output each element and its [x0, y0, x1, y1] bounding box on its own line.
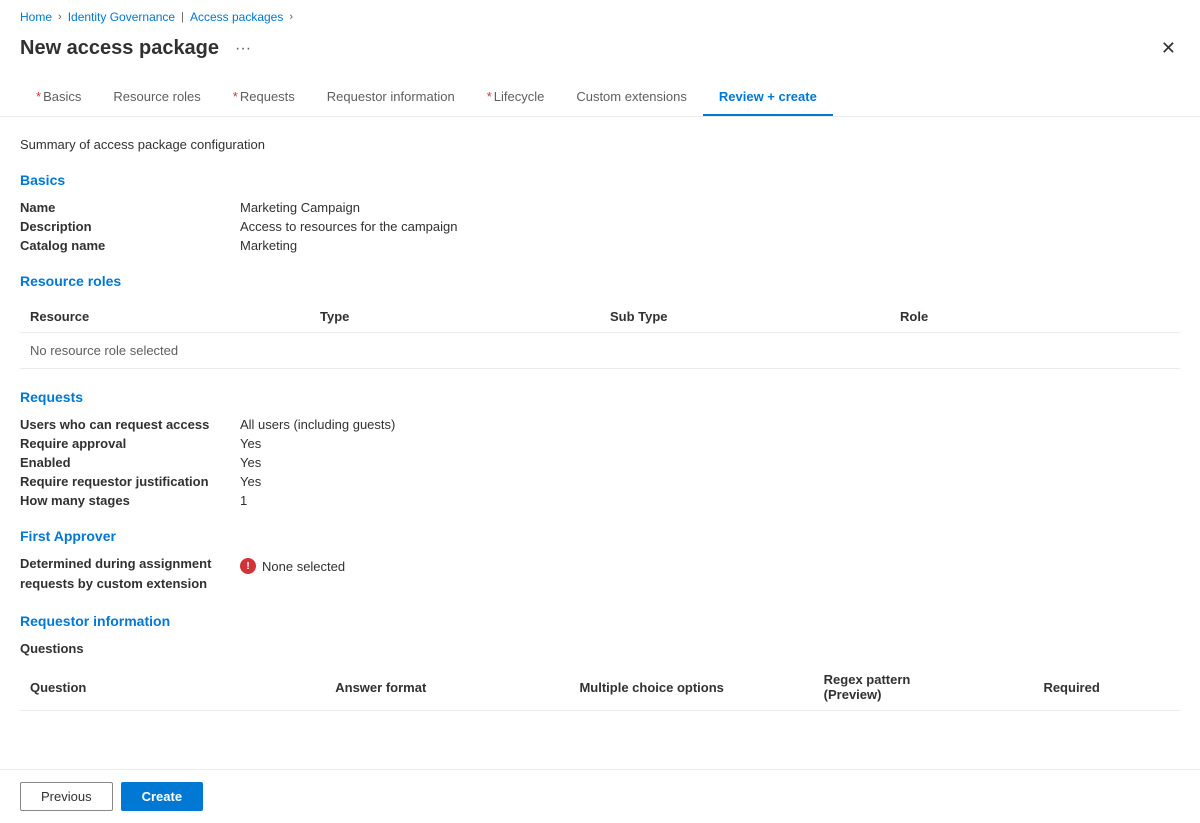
questions-table: Question Answer format Multiple choice o… [20, 664, 1180, 711]
col-question-header: Question [20, 664, 325, 711]
require-justification-row: Require requestor justification Yes [20, 474, 1180, 489]
lifecycle-asterisk: * [487, 89, 492, 104]
custom-extension-label: Determined during assignmentrequests by … [20, 554, 240, 593]
name-value: Marketing Campaign [240, 200, 360, 215]
resource-roles-header-row: Resource Type Sub Type Role [20, 301, 1180, 333]
requestor-information-title: Requestor information [20, 613, 1180, 629]
col-answer-header: Answer format [325, 664, 569, 711]
require-approval-value: Yes [240, 436, 261, 451]
enabled-value: Yes [240, 455, 261, 470]
resource-roles-section-title: Resource roles [20, 273, 1180, 289]
basics-section: Basics Name Marketing Campaign Descripti… [20, 172, 1180, 253]
breadcrumb-home[interactable]: Home [20, 10, 52, 24]
first-approver-title: First Approver [20, 528, 1180, 544]
no-resource-role-row: No resource role selected [20, 333, 1180, 369]
enabled-row: Enabled Yes [20, 455, 1180, 470]
basics-section-title: Basics [20, 172, 1180, 188]
first-approver-section: First Approver Determined during assignm… [20, 528, 1180, 593]
tab-custom-extensions[interactable]: Custom extensions [560, 79, 703, 116]
create-button[interactable]: Create [121, 782, 203, 811]
users-can-request-label: Users who can request access [20, 417, 240, 432]
breadcrumb: Home › Identity Governance | Access pack… [0, 0, 1200, 30]
close-button[interactable]: ✕ [1157, 34, 1180, 63]
how-many-stages-value: 1 [240, 493, 247, 508]
how-many-stages-row: How many stages 1 [20, 493, 1180, 508]
content-area: Summary of access package configuration … [0, 117, 1200, 810]
tab-review-create[interactable]: Review + create [703, 79, 833, 116]
catalog-name-field-row: Catalog name Marketing [20, 238, 1180, 253]
ellipsis-button[interactable]: ··· [229, 38, 257, 60]
col-header-role: Role [890, 301, 1180, 333]
tabs-bar: *Basics Resource roles *Requests Request… [0, 79, 1200, 117]
breadcrumb-sep-2: | [181, 11, 184, 23]
custom-extension-row: Determined during assignmentrequests by … [20, 554, 1180, 593]
users-can-request-row: Users who can request access All users (… [20, 417, 1180, 432]
catalog-name-label: Catalog name [20, 238, 240, 253]
page-title-row: New access package ··· [20, 37, 257, 60]
description-value: Access to resources for the campaign [240, 219, 458, 234]
col-regex-header: Regex pattern (Preview) [814, 664, 1034, 711]
tab-requestor-information[interactable]: Requestor information [311, 79, 471, 116]
requestor-information-section: Requestor information Questions Question… [20, 613, 1180, 711]
none-selected-container: ! None selected [240, 554, 345, 578]
col-header-resource: Resource [20, 301, 310, 333]
require-justification-label: Require requestor justification [20, 474, 240, 489]
basics-asterisk: * [36, 89, 41, 104]
description-label: Description [20, 219, 240, 234]
users-can-request-value: All users (including guests) [240, 417, 395, 432]
none-selected-value: None selected [262, 559, 345, 574]
require-approval-label: Require approval [20, 436, 240, 451]
tab-resource-roles[interactable]: Resource roles [97, 79, 216, 116]
col-header-subtype: Sub Type [600, 301, 890, 333]
questions-header-row: Question Answer format Multiple choice o… [20, 664, 1180, 711]
require-approval-row: Require approval Yes [20, 436, 1180, 451]
previous-button[interactable]: Previous [20, 782, 113, 811]
requests-asterisk: * [233, 89, 238, 104]
name-label: Name [20, 200, 240, 215]
breadcrumb-access-packages[interactable]: Access packages [190, 10, 283, 24]
tab-lifecycle[interactable]: *Lifecycle [471, 79, 561, 116]
summary-text: Summary of access package configuration [20, 137, 1180, 152]
footer-bar: Previous Create [0, 769, 1200, 823]
require-justification-value: Yes [240, 474, 261, 489]
breadcrumb-identity-governance[interactable]: Identity Governance [68, 10, 175, 24]
page-title: New access package [20, 37, 219, 60]
tab-requests[interactable]: *Requests [217, 79, 311, 116]
no-resource-role-message: No resource role selected [20, 333, 1180, 369]
col-multiple-header: Multiple choice options [569, 664, 813, 711]
questions-label: Questions [20, 641, 1180, 656]
col-required-header: Required [1033, 664, 1180, 711]
requests-section-title: Requests [20, 389, 1180, 405]
name-field-row: Name Marketing Campaign [20, 200, 1180, 215]
warning-icon: ! [240, 558, 256, 574]
resource-roles-table: Resource Type Sub Type Role No resource … [20, 301, 1180, 369]
enabled-label: Enabled [20, 455, 240, 470]
page-header: New access package ··· ✕ [0, 30, 1200, 79]
breadcrumb-sep-1: › [58, 11, 62, 23]
resource-roles-section: Resource roles Resource Type Sub Type Ro… [20, 273, 1180, 369]
how-many-stages-label: How many stages [20, 493, 240, 508]
requests-section: Requests Users who can request access Al… [20, 389, 1180, 508]
description-field-row: Description Access to resources for the … [20, 219, 1180, 234]
tab-basics[interactable]: *Basics [20, 79, 97, 116]
breadcrumb-sep-3: › [289, 11, 293, 23]
catalog-name-value: Marketing [240, 238, 297, 253]
col-header-type: Type [310, 301, 600, 333]
